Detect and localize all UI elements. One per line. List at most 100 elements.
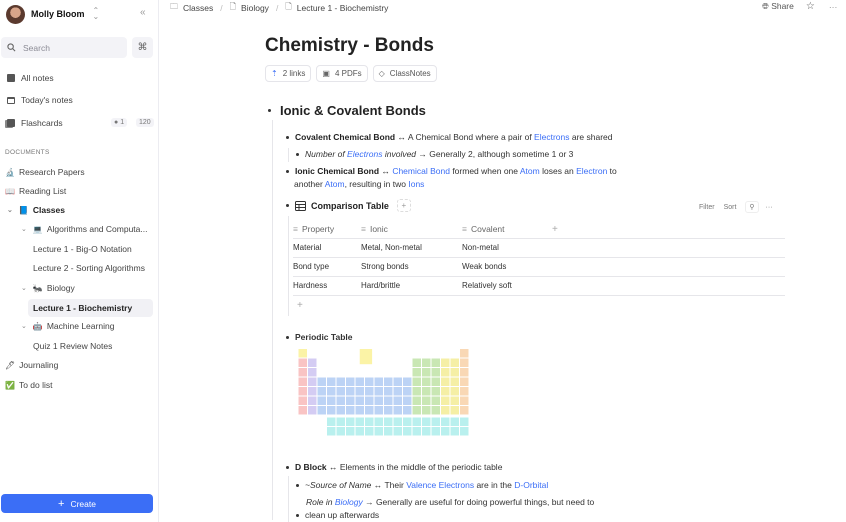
cards-icon	[6, 119, 15, 128]
flashcards-total-badge: 120	[136, 118, 154, 127]
create-button[interactable]: + Create	[1, 494, 153, 513]
user-switcher[interactable]: Molly Bloom ⌃ ⌄	[6, 4, 99, 24]
links-tag[interactable]: ⇡ 2 links	[265, 65, 312, 82]
chevron-updown-icon: ⌃ ⌄	[92, 6, 100, 21]
breadcrumb-lecture[interactable]: Lecture 1 - Biochemistry	[297, 3, 389, 13]
periodic-table-image[interactable]	[298, 348, 479, 448]
tree-item-quiz-review[interactable]: Quiz 1 Review Notes	[33, 341, 112, 351]
element-cell	[374, 427, 383, 436]
element-cell	[346, 417, 355, 426]
element-cell	[336, 406, 345, 415]
element-cell	[393, 427, 402, 436]
element-cell	[327, 377, 336, 386]
search-icon[interactable]: ⚲	[745, 201, 759, 213]
star-icon[interactable]: ☆	[806, 1, 815, 12]
element-cell	[450, 358, 459, 367]
nav-all-notes[interactable]: All notes	[6, 73, 154, 83]
element-cell	[460, 396, 469, 405]
element-cell	[450, 427, 459, 436]
tree-item-lecture-big-o[interactable]: Lecture 1 - Big-O Notation	[33, 244, 132, 254]
ionic-bond-item-cont: another Atom, resulting in two Ions	[294, 179, 425, 189]
nav-todays-notes[interactable]: Today's notes	[6, 95, 154, 105]
add-row-button[interactable]: +	[297, 300, 303, 311]
element-cell	[441, 387, 450, 396]
tree-item-algorithms[interactable]: ⌄ 💻 Algorithms and Computa...	[21, 224, 147, 234]
element-cell	[308, 368, 317, 377]
chevron-down-icon[interactable]: ⌄	[21, 284, 27, 292]
search-input[interactable]: Search	[1, 37, 127, 58]
breadcrumb-classes[interactable]: Classes	[183, 3, 213, 13]
folder-icon: 📘	[18, 205, 29, 215]
tree-item-reading-list[interactable]: 📖 Reading List	[5, 186, 66, 196]
pdfs-tag[interactable]: ▣ 4 PDFs	[316, 65, 368, 82]
command-button[interactable]: ⌘	[132, 37, 153, 58]
tree-item-lecture-sorting[interactable]: Lecture 2 - Sorting Algorithms	[33, 263, 145, 273]
tree-item-journaling[interactable]: 🖊 Journaling	[5, 360, 58, 370]
d-orbital-link[interactable]: D-Orbital	[514, 480, 548, 490]
chevron-down-icon[interactable]: ⌄	[21, 225, 27, 233]
comparison-table: ≡ Property ≡ Ionic ≡ Covalent + Material Met…	[293, 221, 785, 296]
breadcrumb-biology[interactable]: Biology	[241, 3, 269, 13]
column-header-ionic[interactable]: ≡ Ionic	[361, 221, 462, 238]
electron-link[interactable]: Electron	[576, 166, 607, 176]
element-cell	[422, 368, 431, 377]
element-cell	[384, 406, 393, 415]
table-row: Hardness Hard/brittle Relatively soft	[293, 275, 785, 296]
element-cell	[460, 358, 469, 367]
atom-link[interactable]: Atom	[520, 166, 540, 176]
add-column-button[interactable]: +	[552, 221, 785, 238]
element-cell	[327, 417, 336, 426]
element-cell	[308, 396, 317, 405]
documents-section-label: DOCUMENTS	[5, 149, 50, 156]
nav-flashcards[interactable]: Flashcards	[6, 118, 154, 128]
electrons-link[interactable]: Electrons	[534, 132, 569, 142]
globe-icon: 🌐︎	[762, 1, 769, 11]
column-header-covalent[interactable]: ≡ Covalent	[462, 221, 552, 238]
chevron-down-icon[interactable]: ⌄	[7, 206, 13, 214]
element-cell	[422, 358, 431, 367]
tree-item-lecture-biochemistry[interactable]: Lecture 1 - Biochemistry	[28, 299, 153, 317]
element-cell	[422, 417, 431, 426]
tree-item-research-papers[interactable]: 🔬 Research Papers	[5, 167, 85, 177]
share-button[interactable]: 🌐︎ Share	[762, 1, 794, 12]
classnotes-tag[interactable]: ◇ ClassNotes	[372, 65, 437, 82]
column-header-property[interactable]: ≡ Property	[293, 221, 361, 238]
electrons-link[interactable]: Electrons	[347, 149, 382, 159]
tree-item-classes[interactable]: ⌄ 📘 Classes	[7, 205, 65, 215]
sort-button[interactable]: Sort	[724, 204, 737, 211]
folder-icon: 🗀	[170, 2, 178, 11]
element-cell	[298, 387, 307, 396]
collapse-sidebar-icon[interactable]: «	[140, 7, 146, 18]
table-row: Bond type Strong bonds Weak bonds	[293, 256, 785, 276]
tree-item-todo[interactable]: ✅ To do list	[5, 380, 53, 390]
indent-guide	[288, 148, 289, 162]
periodic-table-item: Periodic Table	[286, 331, 352, 344]
chemical-bond-link[interactable]: Chemical Bond	[392, 166, 450, 176]
atom-link[interactable]: Atom	[325, 179, 345, 189]
element-cell	[317, 387, 326, 396]
ions-link[interactable]: Ions	[408, 179, 424, 189]
biology-link[interactable]: Biology	[335, 497, 363, 507]
element-cell	[431, 396, 440, 405]
search-placeholder: Search	[23, 42, 50, 53]
element-cell	[355, 417, 364, 426]
ant-icon: 🐜	[32, 283, 43, 293]
element-cell	[422, 396, 431, 405]
more-icon[interactable]: ···	[766, 204, 773, 211]
page-title[interactable]: Chemistry - Bonds	[265, 35, 434, 57]
element-cell	[412, 368, 421, 377]
valence-electrons-link[interactable]: Valence Electrons	[406, 480, 474, 490]
add-view-button[interactable]: +	[396, 199, 411, 212]
filter-button[interactable]: Filter	[699, 204, 715, 211]
element-cell	[365, 387, 374, 396]
element-cell	[327, 427, 336, 436]
tree-item-machine-learning[interactable]: ⌄ 🤖 Machine Learning	[21, 321, 114, 331]
element-cell	[403, 406, 412, 415]
element-cell	[412, 406, 421, 415]
tree-item-biology[interactable]: ⌄ 🐜 Biology	[21, 283, 75, 293]
more-icon[interactable]: ···	[829, 2, 838, 12]
chevron-down-icon[interactable]: ⌄	[21, 322, 27, 330]
element-cell	[365, 396, 374, 405]
sidebar: Molly Bloom ⌃ ⌄ « Search ⌘ All notes Toda…	[0, 0, 159, 522]
element-cell	[355, 396, 364, 405]
